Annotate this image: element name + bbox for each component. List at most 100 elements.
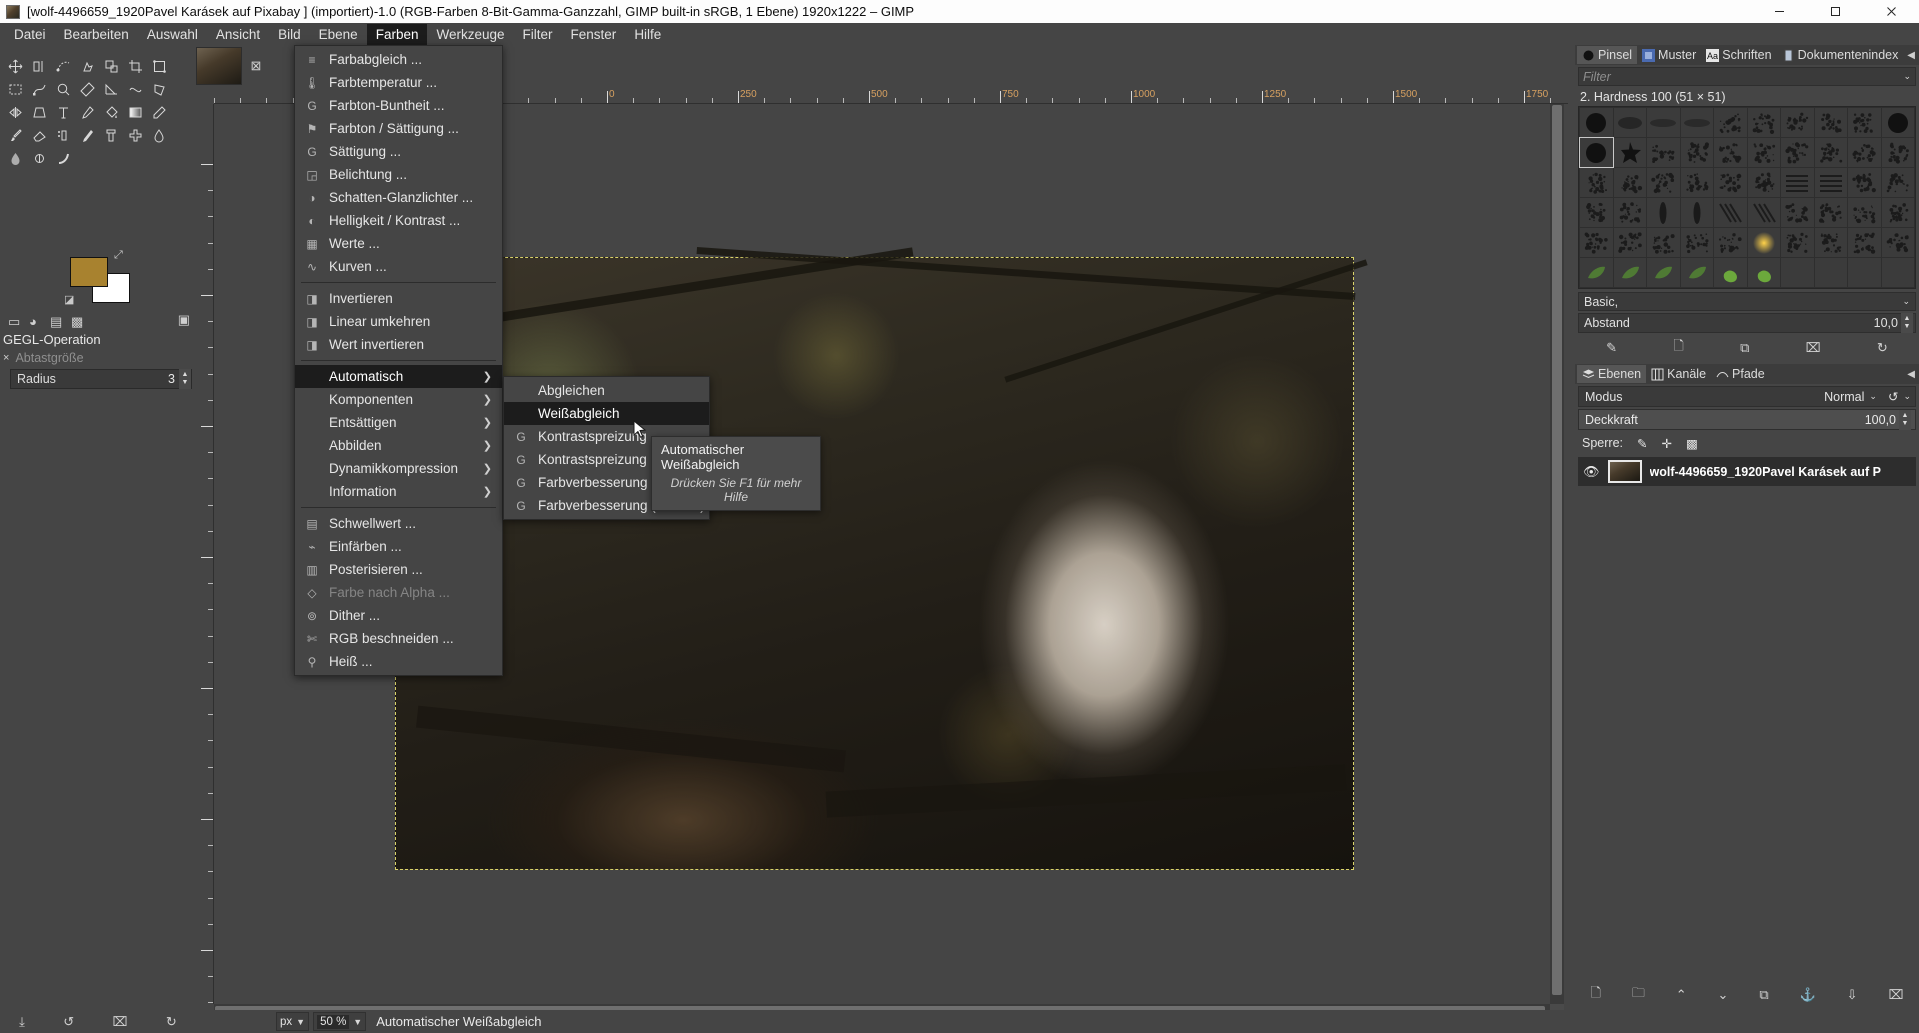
opacity-spinner[interactable]: ▲ ▼ — [1899, 410, 1911, 430]
brush-thumbnail[interactable] — [1714, 138, 1747, 167]
airbrush-tool[interactable] — [51, 124, 75, 147]
alignment-tool[interactable] — [27, 55, 51, 78]
brush-thumbnail[interactable] — [1681, 258, 1714, 287]
brush-thumbnail[interactable] — [1781, 138, 1814, 167]
brush-thumbnail[interactable] — [1714, 198, 1747, 227]
brush-thumbnail[interactable] — [1848, 258, 1881, 287]
brush-thumbnail[interactable] — [1848, 198, 1881, 227]
colors-menu-item-automatisch[interactable]: Automatisch ❯ — [295, 365, 502, 388]
radius-value[interactable]: 3 — [168, 372, 179, 386]
brush-thumbnail[interactable] — [1815, 168, 1848, 197]
brush-thumbnail[interactable] — [1647, 198, 1680, 227]
heal-tool[interactable] — [123, 124, 147, 147]
device-status-icon[interactable]: ▭ — [8, 314, 20, 326]
tab-dokumentenindex[interactable]: Dokumentenindex — [1777, 46, 1904, 64]
delete-brush-icon[interactable]: ⌧ — [1806, 340, 1821, 356]
swap-colors-icon[interactable]: ⤢ — [114, 249, 123, 262]
tab-pinsel[interactable]: Pinsel — [1577, 46, 1637, 64]
brush-thumbnail[interactable] — [1580, 108, 1613, 137]
colors-menu-item-helligkeit-kontrast[interactable]: ◐ Helligkeit / Kontrast ... — [295, 209, 502, 232]
auto-submenu-item-wei-abgleich[interactable]: Weißabgleich — [504, 402, 709, 425]
colors-menu-item-komponenten[interactable]: Komponenten ❯ — [295, 388, 502, 411]
colors-menu-item-wert-invertieren[interactable]: ◨ Wert invertieren — [295, 333, 502, 356]
lock-pixels-icon[interactable]: ✎ — [1637, 436, 1647, 451]
warp-tool[interactable] — [123, 78, 147, 101]
brush-thumbnail[interactable] — [1614, 168, 1647, 197]
brush-thumbnail[interactable] — [1781, 228, 1814, 257]
brush-filter-field[interactable]: Filter ⌄ — [1578, 67, 1916, 86]
menu-bearbeiten[interactable]: Bearbeiten — [55, 24, 138, 45]
maximize-button[interactable] — [1807, 0, 1863, 23]
colors-menu-item-s-ttigung[interactable]: G Sättigung ... — [295, 140, 502, 163]
menu-datei[interactable]: Datei — [5, 24, 55, 45]
brush-thumbnail[interactable] — [1681, 168, 1714, 197]
brush-thumbnail[interactable] — [1848, 168, 1881, 197]
brush-thumbnail[interactable] — [1882, 168, 1915, 197]
mypaint-tool[interactable] — [51, 147, 75, 170]
tab-pfade[interactable]: Pfade — [1711, 365, 1770, 383]
tab-ebenen[interactable]: Ebenen — [1577, 365, 1646, 383]
zoom-tool[interactable] — [51, 78, 75, 101]
image-thumbnail[interactable] — [196, 47, 242, 85]
tab-kanaele[interactable]: Kanäle — [1646, 365, 1711, 383]
colors-menu-item-farbtemperatur[interactable]: 🌡 Farbtemperatur ... — [295, 71, 502, 94]
vertical-scrollbar-thumb[interactable] — [1552, 105, 1562, 995]
brush-thumbnail[interactable] — [1748, 198, 1781, 227]
colors-menu-item-information[interactable]: Information ❯ — [295, 480, 502, 503]
colors-menu-item-ents-ttigen[interactable]: Entsättigen ❯ — [295, 411, 502, 434]
menu-filter[interactable]: Filter — [514, 24, 562, 45]
brush-thumbnail[interactable] — [1714, 108, 1747, 137]
menu-hilfe[interactable]: Hilfe — [625, 24, 670, 45]
tool-options-menu-icon[interactable]: ▣ — [178, 312, 196, 328]
crop-tool[interactable] — [123, 55, 147, 78]
brush-thumbnail[interactable] — [1647, 108, 1680, 137]
brush-thumbnail[interactable] — [1815, 258, 1848, 287]
brush-thumbnail[interactable] — [1714, 168, 1747, 197]
brush-thumbnail[interactable] — [1781, 108, 1814, 137]
text-tool[interactable] — [51, 101, 75, 124]
chevron-down-icon[interactable]: ⌄ — [1903, 71, 1911, 82]
brush-thumbnail[interactable] — [1614, 198, 1647, 227]
tab-schriften[interactable]: Aa Schriften — [1701, 46, 1776, 64]
brush-thumbnail[interactable] — [1714, 258, 1747, 287]
reset-tool-icon[interactable]: ↻ — [166, 1014, 177, 1030]
foreground-color-swatch[interactable] — [70, 257, 108, 287]
colors-menu-item-belichtung[interactable]: ◲ Belichtung ... — [295, 163, 502, 186]
color-picker-tool[interactable] — [75, 101, 99, 124]
menu-werkzeuge[interactable]: Werkzeuge — [427, 24, 513, 45]
vertical-ruler[interactable] — [196, 104, 214, 1004]
brush-thumbnail[interactable] — [1848, 228, 1881, 257]
colors-menu-item-rgb-beschneiden[interactable]: ✄ RGB beschneiden ... — [295, 627, 502, 650]
brush-thumbnail[interactable] — [1815, 108, 1848, 137]
brush-thumbnail[interactable] — [1882, 108, 1915, 137]
radius-field[interactable]: Radius 3 ▲ ▼ — [10, 369, 192, 389]
brush-thumbnail[interactable] — [1614, 138, 1647, 167]
pattern-indicator-icon[interactable]: ▩ — [71, 314, 83, 326]
lower-layer-icon[interactable]: ⌄ — [1718, 987, 1729, 1003]
lock-position-icon[interactable]: ✛ — [1661, 436, 1671, 451]
gradient-indicator-icon[interactable]: ▤ — [50, 314, 62, 326]
brush-thumbnail[interactable] — [1815, 198, 1848, 227]
brush-thumbnail[interactable] — [1815, 228, 1848, 257]
brush-indicator-icon[interactable]: ◕ — [29, 314, 41, 326]
brush-thumbnail[interactable] — [1580, 198, 1613, 227]
colors-menu-item-hei[interactable]: ⚲ Heiß ... — [295, 650, 502, 673]
brush-thumbnail[interactable] — [1748, 108, 1781, 137]
brush-thumbnail[interactable] — [1681, 198, 1714, 227]
brush-thumbnail[interactable] — [1781, 258, 1814, 287]
layer-visibility-icon[interactable]: 👁 — [1583, 464, 1600, 480]
delete-tool-preset-icon[interactable]: ⌧ — [113, 1014, 128, 1030]
radius-spinner[interactable]: ▲ ▼ — [179, 369, 191, 389]
spacing-spinner[interactable]: ▲ ▼ — [1901, 313, 1913, 333]
brush-thumbnail[interactable] — [1748, 228, 1781, 257]
brush-thumbnail[interactable] — [1614, 258, 1647, 287]
colors-menu-item-dither[interactable]: ⊚ Dither ... — [295, 604, 502, 627]
brush-thumbnail[interactable] — [1882, 198, 1915, 227]
dock-menu-icon[interactable]: ◀ — [1907, 50, 1915, 61]
colors-menu-item-schwellwert[interactable]: ▤ Schwellwert ... — [295, 512, 502, 535]
colors-menu-item-schatten-glanzlichter[interactable]: ◑ Schatten-Glanzlichter ... — [295, 186, 502, 209]
clone-tool[interactable] — [99, 124, 123, 147]
brush-grid[interactable] — [1578, 106, 1916, 289]
minimize-button[interactable] — [1751, 0, 1807, 23]
brush-thumbnail[interactable] — [1614, 108, 1647, 137]
